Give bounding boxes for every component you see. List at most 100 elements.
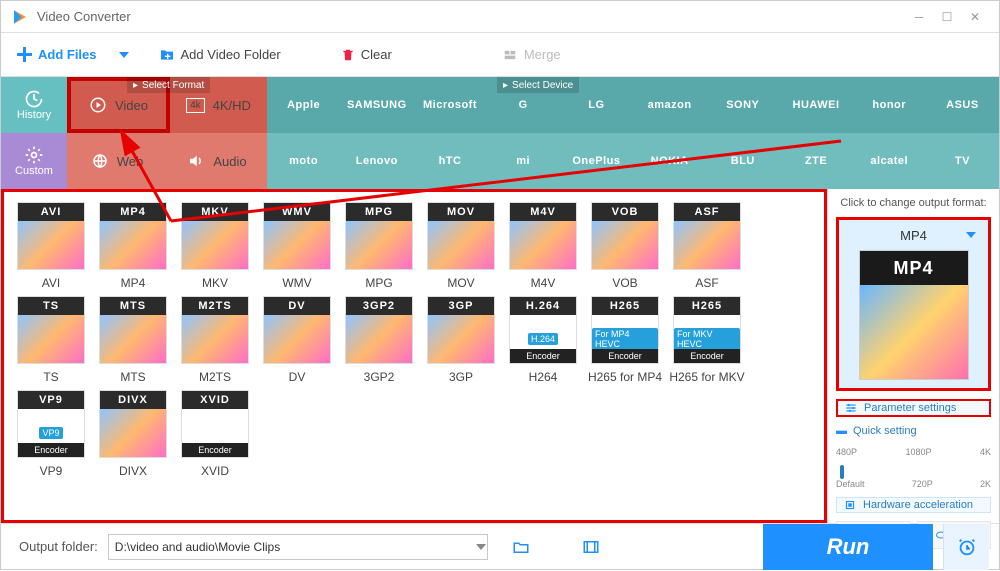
cat-row-2: Web Audio motoLenovohTCmiOnePlusNOKIABLU… xyxy=(67,133,999,189)
brand-microsoft[interactable]: Microsoft xyxy=(413,77,486,133)
format-label: DIVX xyxy=(119,464,147,478)
merge-icon xyxy=(502,48,518,62)
brand-strip-2: motoLenovohTCmiOnePlusNOKIABLUZTEalcatel… xyxy=(267,133,999,189)
format-label: MPG xyxy=(365,276,392,290)
format-label: H265 for MKV xyxy=(669,370,744,384)
format-label: AVI xyxy=(42,276,60,290)
tab-4khd-label: 4K/HD xyxy=(213,98,251,113)
format-mpg[interactable]: MPGMPG xyxy=(340,202,418,290)
select-format-header: ▸ Select Format xyxy=(127,77,210,93)
current-format-row[interactable]: MP4 xyxy=(843,224,984,246)
brand-samsung[interactable]: SAMSUNG xyxy=(340,77,413,133)
format-vp9[interactable]: VP9VP9EncoderVP9 xyxy=(12,390,90,478)
brand-lenovo[interactable]: Lenovo xyxy=(340,133,413,189)
format-segment-bottom: Web Audio xyxy=(67,133,267,189)
format-label: H265 for MP4 xyxy=(588,370,662,384)
parameter-settings-label: Parameter settings xyxy=(864,402,956,414)
format-asf[interactable]: ASFASF xyxy=(668,202,746,290)
dash-icon: ▬ xyxy=(836,425,847,437)
brand-zte[interactable]: ZTE xyxy=(779,133,852,189)
brand-mi[interactable]: mi xyxy=(487,133,560,189)
format-h264[interactable]: H.264H.264EncoderH264 xyxy=(504,296,582,384)
gear-icon xyxy=(24,145,44,165)
format-xvid[interactable]: XVIDEncoderXVID xyxy=(176,390,254,478)
current-format-label: MP4 xyxy=(900,228,927,243)
category-main: ▸ Select Format ▸ Select Device Video 4k… xyxy=(67,77,999,189)
format-label: M4V xyxy=(531,276,556,290)
history-pill[interactable]: History xyxy=(1,77,67,133)
output-folder-label: Output folder: xyxy=(19,539,98,554)
history-icon xyxy=(24,89,44,109)
chevron-down-icon xyxy=(966,232,976,238)
output-folder-input[interactable] xyxy=(108,534,488,560)
output-thumb-bar: MP4 xyxy=(860,251,968,285)
run-label: Run xyxy=(827,534,870,560)
chevron-down-icon[interactable] xyxy=(476,544,486,550)
format-mp4[interactable]: MP4MP4 xyxy=(94,202,172,290)
run-button[interactable]: Run xyxy=(763,524,933,570)
open-folder-button[interactable] xyxy=(506,532,536,562)
maximize-button[interactable]: ☐ xyxy=(933,3,961,31)
add-folder-button[interactable]: Add Video Folder xyxy=(149,37,291,73)
format-label: 3GP xyxy=(449,370,473,384)
format-label: DV xyxy=(289,370,306,384)
format-h265-for-mkv[interactable]: H265For MKV HEVCEncoderH265 for MKV xyxy=(668,296,746,384)
format-3gp[interactable]: 3GP3GP xyxy=(422,296,500,384)
brand-blu[interactable]: BLU xyxy=(706,133,779,189)
quality-ticks-top: 480P1080P4K xyxy=(836,447,991,457)
format-ts[interactable]: TSTS xyxy=(12,296,90,384)
brand-asus[interactable]: ASUS xyxy=(926,77,999,133)
merge-label: Merge xyxy=(524,47,561,62)
format-wmv[interactable]: WMVWMV xyxy=(258,202,336,290)
brand-sony[interactable]: SONY xyxy=(706,77,779,133)
brand-apple[interactable]: Apple xyxy=(267,77,340,133)
film-button[interactable] xyxy=(576,532,606,562)
slider-knob[interactable] xyxy=(840,465,844,479)
schedule-button[interactable] xyxy=(943,524,989,570)
brand-tv[interactable]: TV xyxy=(926,133,999,189)
tab-audio[interactable]: Audio xyxy=(167,133,267,189)
format-label: VP9 xyxy=(40,464,63,478)
parameter-settings-button[interactable]: Parameter settings xyxy=(836,399,991,417)
format-divx[interactable]: DIVXDIVX xyxy=(94,390,172,478)
brand-nokia[interactable]: NOKIA xyxy=(633,133,706,189)
format-label: MP4 xyxy=(121,276,146,290)
hardware-acceleration-button[interactable]: Hardware acceleration xyxy=(836,497,991,513)
brand-oneplus[interactable]: OnePlus xyxy=(560,133,633,189)
merge-button[interactable]: Merge xyxy=(492,37,571,73)
format-mts[interactable]: MTSMTS xyxy=(94,296,172,384)
main-area: AVIAVIMP4MP4MKVMKVWMVWMVMPGMPGMOVMOVM4VM… xyxy=(1,189,999,523)
format-m2ts[interactable]: M2TSM2TS xyxy=(176,296,254,384)
output-format-thumb: MP4 xyxy=(859,250,969,380)
globe-icon xyxy=(91,152,109,170)
format-dv[interactable]: DVDV xyxy=(258,296,336,384)
format-mkv[interactable]: MKVMKV xyxy=(176,202,254,290)
format-m4v[interactable]: M4VM4V xyxy=(504,202,582,290)
format-label: MKV xyxy=(202,276,228,290)
brand-strip-1: AppleSAMSUNGMicrosoftGLGamazonSONYHUAWEI… xyxy=(267,77,999,133)
output-format-box[interactable]: MP4 MP4 xyxy=(836,217,991,391)
clear-button[interactable]: Clear xyxy=(331,37,402,73)
format-mov[interactable]: MOVMOV xyxy=(422,202,500,290)
format-vob[interactable]: VOBVOB xyxy=(586,202,664,290)
format-avi[interactable]: AVIAVI xyxy=(12,202,90,290)
tab-web[interactable]: Web xyxy=(67,133,167,189)
brand-moto[interactable]: moto xyxy=(267,133,340,189)
quality-ticks-bottom: Default720P2K xyxy=(836,479,991,489)
brand-htc[interactable]: hTC xyxy=(413,133,486,189)
format-label: WMV xyxy=(282,276,311,290)
format-h265-for-mp4[interactable]: H265For MP4 HEVCEncoderH265 for MP4 xyxy=(586,296,664,384)
minimize-button[interactable]: ─ xyxy=(905,3,933,31)
close-button[interactable]: ✕ xyxy=(961,3,989,31)
brand-amazon[interactable]: amazon xyxy=(633,77,706,133)
custom-pill[interactable]: Custom xyxy=(1,133,67,189)
sliders-icon xyxy=(844,401,858,415)
play-circle-icon xyxy=(89,96,107,114)
brand-huawei[interactable]: HUAWEI xyxy=(779,77,852,133)
format-3gp2[interactable]: 3GP23GP2 xyxy=(340,296,418,384)
history-label: History xyxy=(17,109,51,121)
brand-honor[interactable]: honor xyxy=(853,77,926,133)
brand-alcatel[interactable]: alcatel xyxy=(853,133,926,189)
add-files-button[interactable]: Add Files xyxy=(7,37,139,73)
category-strip: History Custom ▸ Select Format ▸ Select … xyxy=(1,77,999,189)
